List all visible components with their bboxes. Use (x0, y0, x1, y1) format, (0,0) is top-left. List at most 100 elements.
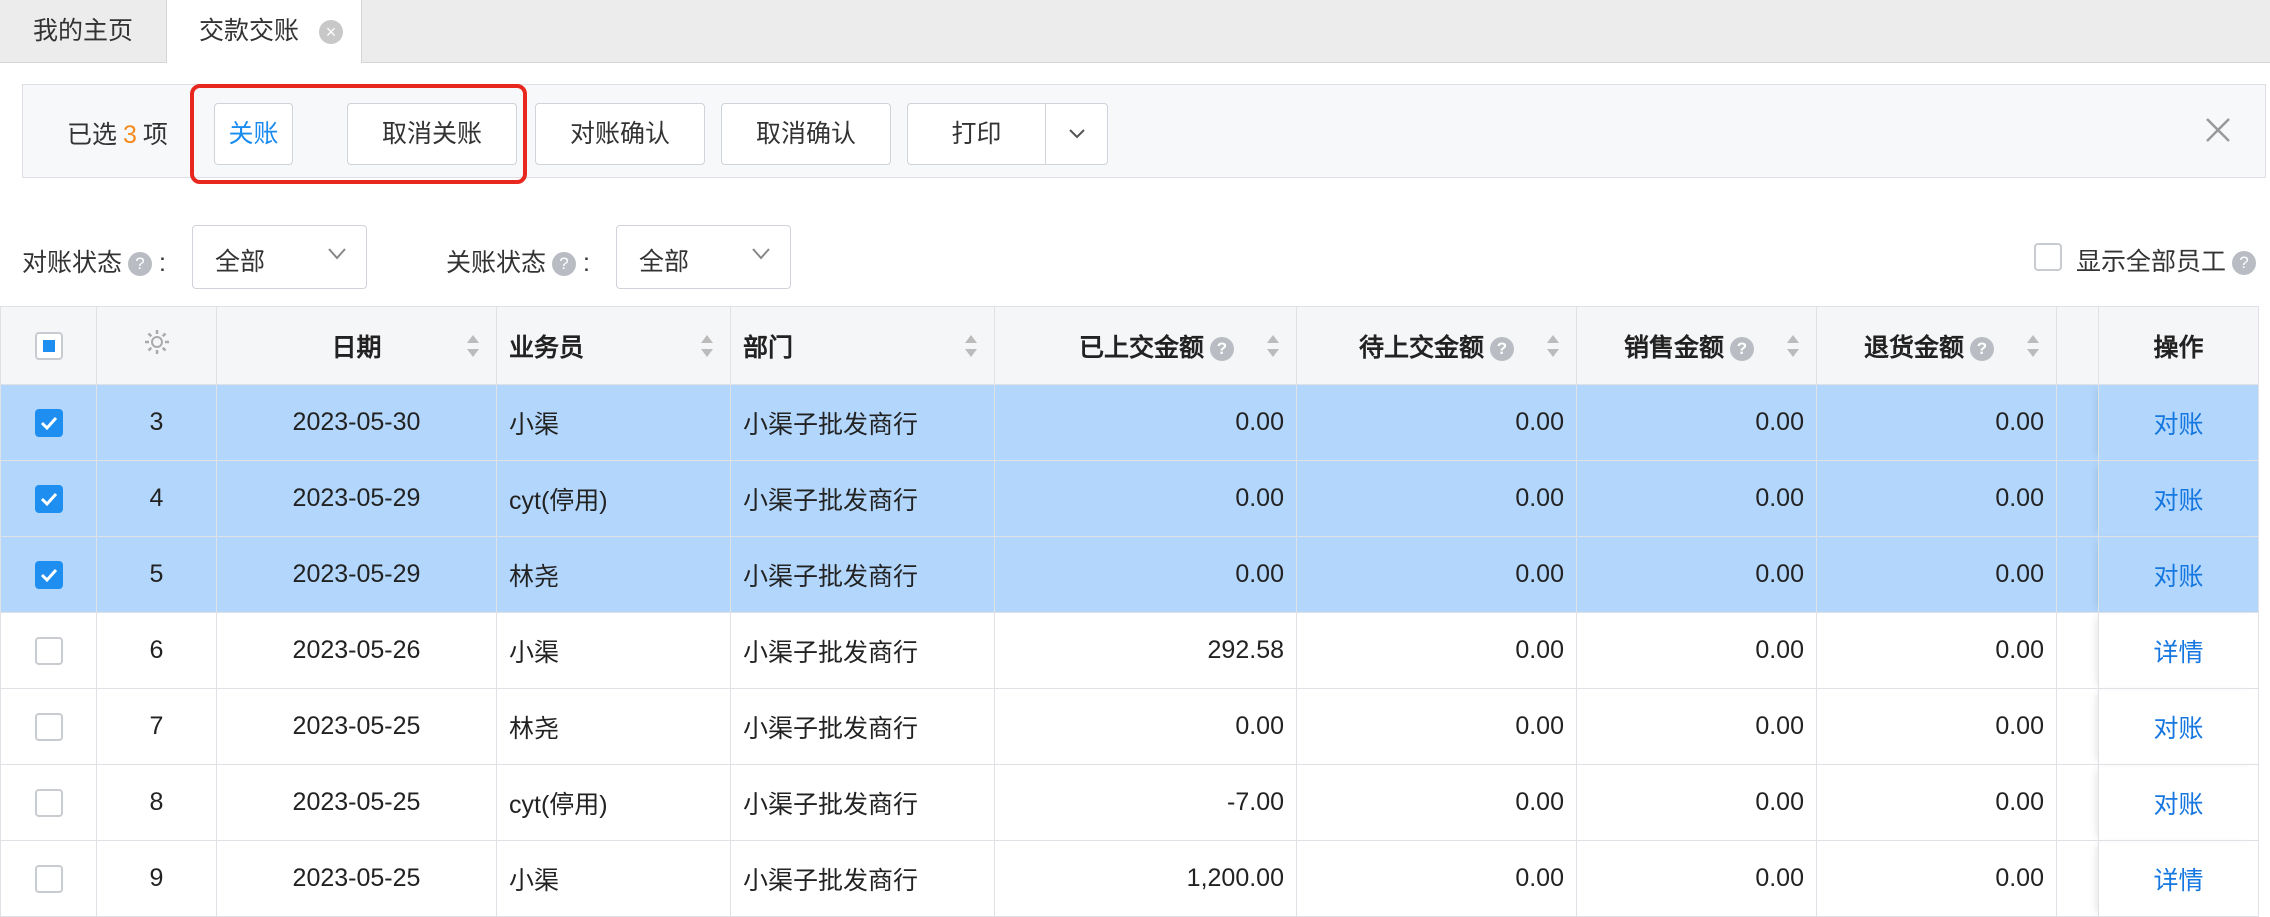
row-checkbox[interactable] (35, 865, 63, 893)
cell-action: 对账 (2098, 384, 2259, 461)
cell-return-amount: 0.00 (1816, 840, 2057, 917)
cell-salesperson: 林尧 (496, 688, 731, 765)
column-header-paid-amount[interactable]: 已上交金额? (994, 306, 1297, 385)
tab-bar: 我的主页 交款交账 × (0, 0, 2270, 63)
row-checkbox[interactable] (35, 789, 63, 817)
select-value: 全部 (215, 248, 266, 276)
cell-department: 小渠子批发商行 (730, 840, 995, 917)
reconcile-status-select[interactable]: 全部 (192, 225, 367, 289)
cell-action: 对账 (2098, 688, 2259, 765)
cell-salesperson: cyt(停用) (496, 764, 731, 841)
help-icon[interactable]: ? (1730, 336, 1754, 361)
column-header-department[interactable]: 部门 (730, 306, 995, 385)
cell-pending-amount: 0.00 (1296, 840, 1577, 917)
row-checkbox[interactable] (35, 409, 63, 437)
cell-pending-amount: 0.00 (1296, 764, 1577, 841)
row-action-link[interactable]: 对账 (2153, 563, 2203, 591)
selection-count: 3 (123, 121, 137, 149)
table-row[interactable]: 3 2023-05-30 小渠 小渠子批发商行 0.00 0.00 0.00 0.00 对账 (0, 384, 2259, 461)
table-row[interactable]: 9 2023-05-25 小渠 小渠子批发商行 1,200.00 0.00 0.00 0.00… (0, 840, 2259, 917)
help-icon[interactable]: ? (552, 252, 577, 276)
close-icon[interactable] (2201, 113, 2235, 147)
sort-icon[interactable] (700, 333, 714, 359)
column-header-salesperson[interactable]: 业务员 (496, 306, 731, 385)
row-checkbox[interactable] (35, 485, 63, 513)
close-status-select[interactable]: 全部 (616, 225, 791, 289)
cell-action: 对账 (2098, 536, 2259, 613)
row-action-link[interactable]: 对账 (2153, 487, 2203, 515)
sort-icon[interactable] (1266, 333, 1280, 359)
print-button[interactable]: 打印 (907, 103, 1046, 165)
cell-hidden (2056, 764, 2099, 841)
table-row[interactable]: 5 2023-05-29 林尧 小渠子批发商行 0.00 0.00 0.00 0.00 对账 (0, 536, 2259, 613)
sort-icon[interactable] (2026, 333, 2040, 359)
cell-date: 2023-05-30 (216, 384, 497, 461)
cell-paid-amount: -7.00 (994, 764, 1297, 841)
print-dropdown-button[interactable] (1045, 103, 1108, 165)
help-icon[interactable]: ? (1970, 336, 1994, 361)
row-number: 3 (96, 384, 217, 461)
row-checkbox[interactable] (35, 561, 63, 589)
row-number: 4 (96, 460, 217, 537)
help-icon[interactable]: ? (1210, 336, 1234, 361)
cell-action: 详情 (2098, 612, 2259, 689)
column-header-pending-amount[interactable]: 待上交金额? (1296, 306, 1577, 385)
show-all-employees-label[interactable]: 显示全部员工? (2076, 242, 2257, 278)
table-row[interactable]: 4 2023-05-29 cyt(停用) 小渠子批发商行 0.00 0.00 0.00 0.0… (0, 460, 2259, 537)
help-icon[interactable]: ? (128, 252, 153, 276)
confirm-reconcile-button[interactable]: 对账确认 (535, 103, 705, 165)
cell-sales-amount: 0.00 (1576, 688, 1817, 765)
tab-home[interactable]: 我的主页 (0, 0, 166, 62)
cell-paid-amount: 0.00 (994, 460, 1297, 537)
show-all-employees-checkbox[interactable] (2034, 243, 2062, 271)
row-select-cell (0, 764, 97, 841)
table-row[interactable]: 8 2023-05-25 cyt(停用) 小渠子批发商行 -7.00 0.00 0.00 0.… (0, 764, 2259, 841)
tab-payment-settlement[interactable]: 交款交账 × (166, 0, 362, 63)
chevron-down-icon (328, 248, 346, 260)
column-header-date[interactable]: 日期 (216, 306, 497, 385)
gear-icon[interactable] (142, 327, 172, 357)
cell-department: 小渠子批发商行 (730, 764, 995, 841)
cell-date: 2023-05-29 (216, 460, 497, 537)
cell-hidden (2056, 460, 2099, 537)
tab-label: 交款交账 (199, 17, 300, 45)
column-header-sales-amount[interactable]: 销售金额? (1576, 306, 1817, 385)
table-row[interactable]: 6 2023-05-26 小渠 小渠子批发商行 292.58 0.00 0.00 0.00 详情 (0, 612, 2259, 689)
cell-return-amount: 0.00 (1816, 460, 2057, 537)
cell-sales-amount: 0.00 (1576, 460, 1817, 537)
row-action-link[interactable]: 对账 (2153, 411, 2203, 439)
help-icon[interactable]: ? (2232, 251, 2257, 275)
sort-icon[interactable] (964, 333, 978, 359)
help-icon[interactable]: ? (1490, 336, 1514, 361)
cell-department: 小渠子批发商行 (730, 460, 995, 537)
chevron-down-icon (752, 248, 770, 260)
row-action-link[interactable]: 详情 (2153, 639, 2203, 667)
cell-department: 小渠子批发商行 (730, 536, 995, 613)
cell-date: 2023-05-25 (216, 840, 497, 917)
row-select-cell (0, 840, 97, 917)
cell-action: 详情 (2098, 840, 2259, 917)
row-action-link[interactable]: 对账 (2153, 715, 2203, 743)
cancel-confirm-button[interactable]: 取消确认 (721, 103, 891, 165)
sort-icon[interactable] (466, 333, 480, 359)
cell-return-amount: 0.00 (1816, 384, 2057, 461)
row-select-cell (0, 612, 97, 689)
column-header-return-amount[interactable]: 退货金额? (1816, 306, 2057, 385)
cell-paid-amount: 292.58 (994, 612, 1297, 689)
row-checkbox[interactable] (35, 713, 63, 741)
cell-paid-amount: 0.00 (994, 384, 1297, 461)
sort-icon[interactable] (1786, 333, 1800, 359)
column-header-actions: 操作 (2098, 306, 2259, 385)
cell-paid-amount: 0.00 (994, 536, 1297, 613)
close-icon[interactable]: × (319, 20, 343, 44)
sort-icon[interactable] (1546, 333, 1560, 359)
cell-date: 2023-05-25 (216, 764, 497, 841)
cell-pending-amount: 0.00 (1296, 384, 1577, 461)
row-action-link[interactable]: 详情 (2153, 867, 2203, 895)
row-checkbox[interactable] (35, 637, 63, 665)
row-number: 5 (96, 536, 217, 613)
cell-pending-amount: 0.00 (1296, 688, 1577, 765)
row-action-link[interactable]: 对账 (2153, 791, 2203, 819)
table-row[interactable]: 7 2023-05-25 林尧 小渠子批发商行 0.00 0.00 0.00 0.00 对账 (0, 688, 2259, 765)
select-all-checkbox[interactable] (35, 332, 63, 360)
